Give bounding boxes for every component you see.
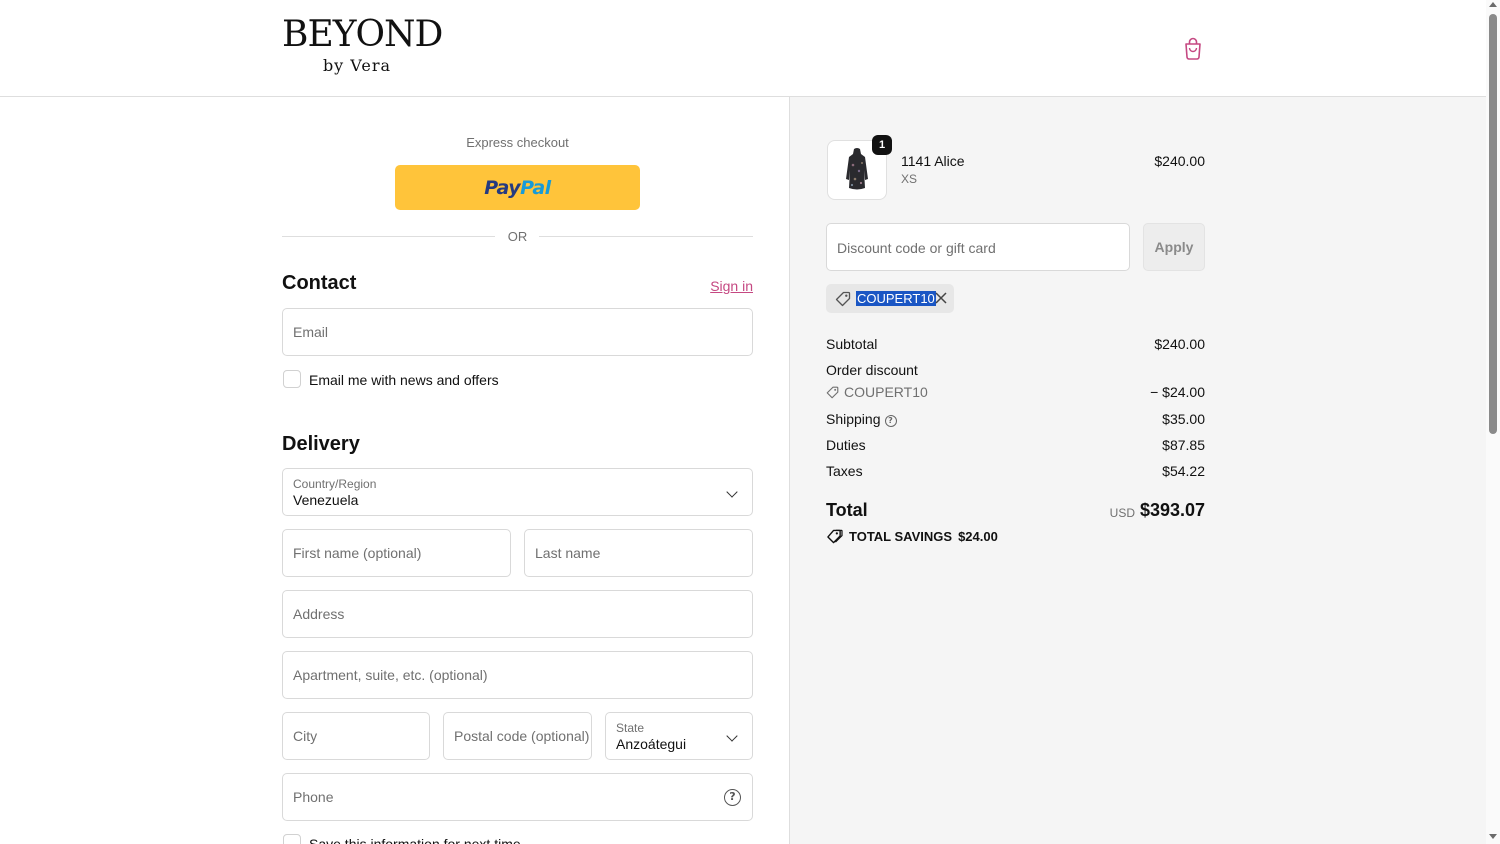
duties-value: $87.85: [1162, 437, 1205, 453]
cart-button[interactable]: [1180, 36, 1206, 62]
country-select[interactable]: Country/Region Venezuela: [282, 468, 753, 516]
shipping-value: $35.00: [1162, 411, 1205, 427]
applied-discount-chip: COUPERT10: [826, 284, 954, 313]
apartment-field[interactable]: Apartment, suite, etc. (optional): [282, 651, 753, 699]
city-placeholder: City: [293, 728, 318, 744]
brand-name: BEYOND: [282, 14, 443, 55]
order-discount-code: COUPERT10: [844, 384, 928, 400]
state-value: Anzoátegui: [616, 736, 687, 752]
divider-line-right: [539, 236, 753, 237]
or-divider: OR: [282, 228, 753, 246]
address-placeholder: Address: [293, 606, 345, 622]
help-icon[interactable]: ?: [724, 789, 741, 806]
postal-code-placeholder: Postal code (optional): [454, 728, 590, 744]
subtotal-value: $240.00: [1154, 336, 1205, 352]
shipping-row: Shipping?: [826, 411, 897, 427]
first-name-placeholder: First name (optional): [293, 545, 422, 561]
scrollbar-thumb[interactable]: [1489, 14, 1497, 434]
country-value: Venezuela: [293, 492, 359, 508]
duties-label: Duties: [826, 437, 866, 453]
tag-icon: [826, 386, 839, 399]
news-checkbox[interactable]: [283, 370, 301, 388]
site-header: BEYOND by Vera: [0, 0, 1486, 97]
total-savings-label: TOTAL SAVINGS: [849, 529, 953, 544]
address-field[interactable]: Address: [282, 590, 753, 638]
product-price: $240.00: [1154, 153, 1205, 169]
state-select[interactable]: State Anzoátegui: [605, 712, 753, 760]
chevron-down-icon: [726, 730, 738, 742]
order-discount-label: Order discount: [826, 362, 918, 378]
email-placeholder: Email: [293, 324, 329, 340]
chevron-down-icon: [726, 486, 738, 498]
subtotal-label: Subtotal: [826, 336, 878, 352]
applied-discount-code: COUPERT10: [856, 291, 936, 306]
first-name-field[interactable]: First name (optional): [282, 529, 511, 577]
total-label: Total: [826, 500, 868, 520]
page-scrollbar[interactable]: [1486, 0, 1500, 844]
save-info-label: Save this information for next time: [309, 836, 521, 844]
state-label: State: [616, 721, 645, 735]
taxes-label: Taxes: [826, 463, 863, 479]
sign-in-link[interactable]: Sign in: [700, 278, 753, 294]
email-field[interactable]: Email: [282, 308, 753, 356]
tag-icon: [827, 529, 843, 544]
country-label: Country/Region: [293, 477, 377, 491]
brand-subtitle: by Vera: [322, 56, 392, 75]
total-currency: USD: [1109, 506, 1135, 520]
scroll-up-arrow-icon[interactable]: [1489, 2, 1497, 7]
scroll-down-arrow-icon[interactable]: [1489, 834, 1497, 839]
paypal-button[interactable]: PayPal: [395, 165, 640, 210]
last-name-placeholder: Last name: [535, 545, 601, 561]
order-discount-value: − $24.00: [1150, 384, 1205, 400]
close-icon: [935, 292, 947, 304]
news-checkbox-label: Email me with news and offers: [309, 372, 499, 388]
remove-discount-button[interactable]: [932, 288, 950, 308]
discount-code-input[interactable]: Discount code or gift card: [826, 223, 1130, 271]
paypal-logo: PayPal: [484, 176, 551, 199]
brand-logo[interactable]: BEYOND by Vera: [282, 14, 443, 75]
total-savings-value: $24.00: [958, 529, 998, 544]
total-value: $393.07: [1140, 500, 1206, 520]
apartment-placeholder: Apartment, suite, etc. (optional): [293, 667, 488, 683]
product-variant: XS: [901, 172, 918, 186]
save-info-checkbox[interactable]: [283, 834, 301, 844]
help-icon[interactable]: ?: [884, 415, 897, 427]
tag-icon: [835, 291, 851, 307]
contact-title: Contact: [282, 272, 357, 294]
shopping-bag-icon: [1185, 37, 1201, 60]
taxes-value: $54.22: [1162, 463, 1205, 479]
total-savings: TOTAL SAVINGS $24.00: [826, 529, 998, 544]
phone-placeholder: Phone: [293, 789, 334, 805]
shipping-label: Shipping: [826, 411, 881, 427]
phone-field[interactable]: Phone ?: [282, 773, 753, 821]
delivery-title: Delivery: [282, 433, 360, 455]
last-name-field[interactable]: Last name: [524, 529, 753, 577]
apply-discount-button[interactable]: Apply: [1143, 223, 1205, 271]
discount-placeholder: Discount code or gift card: [837, 240, 996, 256]
quantity-badge: 1: [872, 135, 892, 155]
postal-code-field[interactable]: Postal code (optional): [443, 712, 592, 760]
city-field[interactable]: City: [282, 712, 430, 760]
express-checkout-label: Express checkout: [466, 135, 569, 150]
product-name: 1141 Alice: [901, 153, 965, 169]
